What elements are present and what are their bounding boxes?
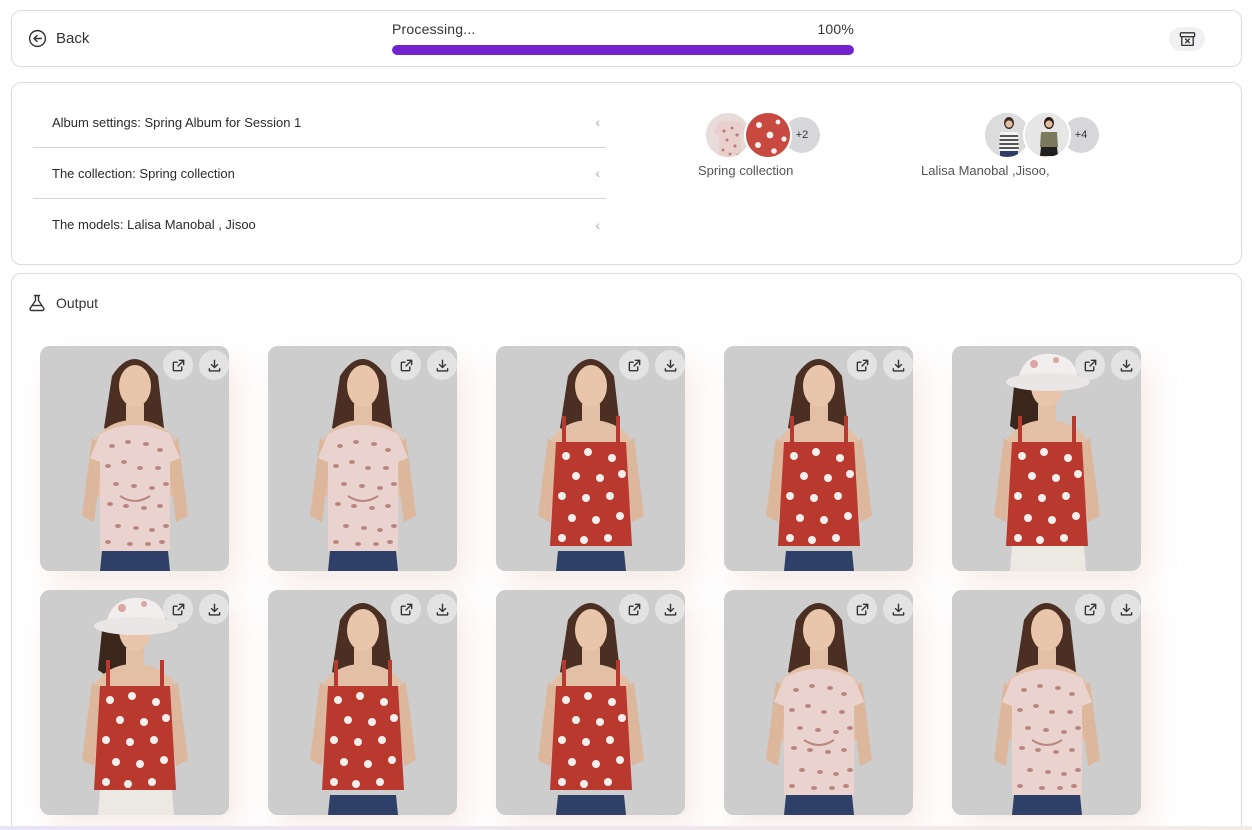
external-link-icon — [400, 603, 412, 615]
download-button[interactable] — [199, 594, 229, 624]
output-image-card[interactable] — [724, 346, 913, 571]
models-row[interactable]: The models: Lalisa Manobal , Jisoo ‹ — [33, 199, 606, 250]
download-icon — [208, 603, 220, 616]
session-settings-panel: Album settings: Spring Album for Session… — [11, 82, 1242, 265]
download-icon — [208, 359, 220, 372]
collection-thumb-floral — [744, 111, 792, 159]
progress-bar — [392, 45, 854, 55]
bottom-edge — [0, 826, 1252, 830]
download-icon — [892, 359, 904, 372]
album-settings-label: Album settings: Spring Album for Session… — [52, 114, 302, 130]
external-link-icon — [1084, 359, 1096, 371]
open-external-button[interactable] — [391, 350, 421, 380]
external-link-icon — [628, 359, 640, 371]
open-external-button[interactable] — [163, 350, 193, 380]
open-external-button[interactable] — [619, 350, 649, 380]
download-button[interactable] — [1111, 350, 1141, 380]
archive-x-icon — [1179, 31, 1195, 46]
download-icon — [1120, 359, 1132, 372]
download-icon — [1120, 603, 1132, 616]
model-thumb-olive — [1023, 111, 1071, 159]
output-image-card[interactable] — [496, 590, 685, 815]
output-image-card[interactable] — [268, 346, 457, 571]
download-button[interactable] — [427, 594, 457, 624]
chevron-left-icon: ‹ — [595, 165, 600, 181]
progress-section: Processing... 100% — [392, 21, 854, 55]
output-panel: Output — [11, 273, 1242, 830]
album-settings-row[interactable]: Album settings: Spring Album for Session… — [33, 97, 606, 148]
output-image-card[interactable] — [724, 590, 913, 815]
open-external-button[interactable] — [1075, 350, 1105, 380]
models-group-label: Lalisa Manobal ,Jisoo, — [921, 163, 1050, 178]
download-icon — [892, 603, 904, 616]
back-button[interactable]: Back — [28, 29, 89, 48]
external-link-icon — [856, 359, 868, 371]
output-header: Output — [27, 293, 98, 313]
collection-label: The collection: Spring collection — [52, 165, 235, 181]
external-link-icon — [1084, 603, 1096, 615]
back-label: Back — [56, 30, 90, 47]
output-image-card[interactable] — [40, 346, 229, 571]
models-label: The models: Lalisa Manobal , Jisoo — [52, 217, 256, 232]
flask-icon — [29, 294, 45, 312]
collection-group[interactable]: +2 Spring collection — [698, 111, 820, 178]
download-button[interactable] — [427, 350, 457, 380]
external-link-icon — [172, 603, 184, 615]
download-button[interactable] — [883, 594, 913, 624]
download-icon — [436, 603, 448, 616]
external-link-icon — [172, 359, 184, 371]
external-link-icon — [856, 603, 868, 615]
collection-group-label: Spring collection — [698, 163, 794, 178]
output-title: Output — [56, 295, 99, 311]
download-button[interactable] — [199, 350, 229, 380]
open-external-button[interactable] — [847, 594, 877, 624]
open-external-button[interactable] — [619, 594, 649, 624]
download-button[interactable] — [1111, 594, 1141, 624]
open-external-button[interactable] — [1075, 594, 1105, 624]
output-image-card[interactable] — [40, 590, 229, 815]
output-image-card[interactable] — [496, 346, 685, 571]
top-bar: Back Processing... 100% — [11, 10, 1242, 67]
open-external-button[interactable] — [847, 350, 877, 380]
progress-status: Processing... — [392, 21, 476, 37]
progress-percent: 100% — [817, 21, 854, 37]
arrow-left-circle-icon — [28, 29, 47, 48]
external-link-icon — [400, 359, 412, 371]
download-icon — [664, 603, 676, 616]
models-group[interactable]: +4 Lalisa Manobal ,Jisoo, — [921, 111, 1099, 178]
download-button[interactable] — [655, 350, 685, 380]
chevron-left-icon: ‹ — [595, 114, 600, 130]
archive-button[interactable] — [1169, 27, 1205, 51]
output-grid — [40, 346, 1141, 815]
external-link-icon — [628, 603, 640, 615]
progress-fill — [392, 45, 854, 55]
download-button[interactable] — [655, 594, 685, 624]
chevron-left-icon: ‹ — [595, 216, 600, 233]
output-image-card[interactable] — [268, 590, 457, 815]
download-icon — [664, 359, 676, 372]
open-external-button[interactable] — [391, 594, 421, 624]
open-external-button[interactable] — [163, 594, 193, 624]
collection-row[interactable]: The collection: Spring collection ‹ — [33, 148, 606, 199]
output-image-card[interactable] — [952, 590, 1141, 815]
download-button[interactable] — [883, 350, 913, 380]
download-icon — [436, 359, 448, 372]
output-image-card[interactable] — [952, 346, 1141, 571]
